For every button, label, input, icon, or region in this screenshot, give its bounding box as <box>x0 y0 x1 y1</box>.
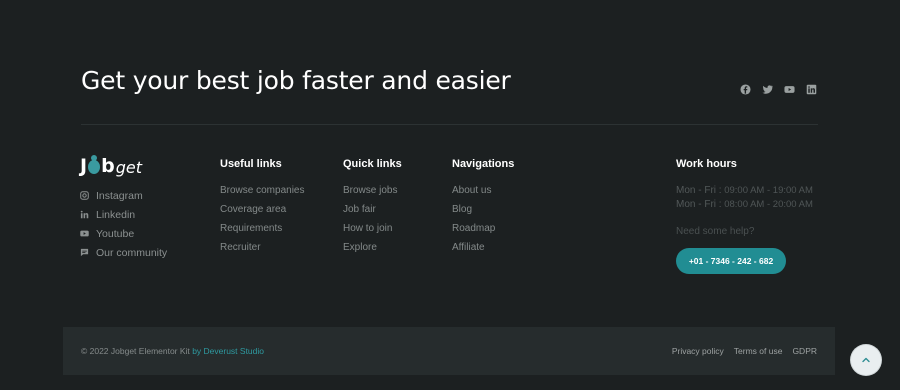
facebook-icon[interactable] <box>740 84 751 95</box>
footer-link[interactable]: Coverage area <box>220 203 304 222</box>
studio-link[interactable]: by Deverust Studio <box>192 346 264 356</box>
work-hours-heading: Work hours <box>676 158 737 170</box>
privacy-policy-link[interactable]: Privacy policy <box>672 346 724 356</box>
footer-link[interactable]: Blog <box>452 203 514 222</box>
social-links <box>740 84 817 95</box>
footer-link[interactable]: Browse jobs <box>343 184 402 203</box>
jobget-logo[interactable]: J b get <box>80 150 167 176</box>
hero-title: Get your best job faster and easier <box>81 66 511 95</box>
footer-link[interactable]: Job fair <box>343 203 402 222</box>
footer-link[interactable]: Roadmap <box>452 222 514 241</box>
work-time: 08:00 AM - 20:00 AM <box>724 199 813 210</box>
copyright-text: © 2022 Jobget Elementor Kit <box>81 346 190 356</box>
work-time: 09:00 AM - 19:00 AM <box>724 185 813 196</box>
column-heading: Quick links <box>343 158 402 170</box>
legal-links: Privacy policy Terms of use GDPR <box>672 346 817 356</box>
logo-o-mark <box>88 155 101 174</box>
footer-link[interactable]: About us <box>452 184 514 203</box>
work-days: Mon - Fri : <box>676 199 722 210</box>
linkedin-icon[interactable] <box>806 84 817 95</box>
brand-link-label: Instagram <box>96 189 143 202</box>
divider <box>81 124 818 125</box>
logo-letter: b <box>101 155 115 177</box>
work-hours-row: Mon - Fri : 09:00 AM - 19:00 AM <box>676 184 836 198</box>
copyright: © 2022 Jobget Elementor Kit by Deverust … <box>81 346 264 356</box>
footer-link[interactable]: Requirements <box>220 222 304 241</box>
footer-link[interactable]: How to join <box>343 222 402 241</box>
footer-link[interactable]: Affiliate <box>452 241 514 260</box>
column-quick-links: Quick links Browse jobs Job fair How to … <box>343 158 402 260</box>
column-navigations: Navigations About us Blog Roadmap Affili… <box>452 158 514 260</box>
chevron-up-icon <box>862 357 870 363</box>
terms-of-use-link[interactable]: Terms of use <box>734 346 783 356</box>
help-text: Need some help? <box>676 226 755 237</box>
chat-icon <box>80 248 89 257</box>
work-hours-row: Mon - Fri : 08:00 AM - 20:00 AM <box>676 198 836 212</box>
logo-letter: get <box>115 158 142 177</box>
column-heading: Useful links <box>220 158 282 170</box>
column-useful-links: Useful links Browse companies Coverage a… <box>220 158 304 260</box>
brand-social-list: Instagram Linkedin Youtube Our community <box>80 186 167 262</box>
youtube-icon <box>80 229 89 238</box>
brand-link-linkedin[interactable]: Linkedin <box>80 205 167 224</box>
brand-link-label: Our community <box>96 246 168 259</box>
brand-link-label: Linkedin <box>96 208 136 221</box>
brand-link-youtube[interactable]: Youtube <box>80 224 167 243</box>
footer-link[interactable]: Explore <box>343 241 402 260</box>
brand-link-community[interactable]: Our community <box>80 243 167 262</box>
phone-button[interactable]: +01 - 7346 - 242 - 682 <box>676 248 786 274</box>
footer-link[interactable]: Recruiter <box>220 241 304 260</box>
instagram-icon <box>80 191 89 200</box>
column-heading: Navigations <box>452 158 515 170</box>
brand-link-label: Youtube <box>96 227 135 240</box>
logo-letter: J <box>80 155 88 177</box>
linkedin-icon <box>80 210 89 219</box>
work-hours-block: Work hours Mon - Fri : 09:00 AM - 19:00 … <box>676 158 836 274</box>
work-days: Mon - Fri : <box>676 185 722 196</box>
bottom-bar: © 2022 Jobget Elementor Kit by Deverust … <box>63 327 835 375</box>
brand-link-instagram[interactable]: Instagram <box>80 186 167 205</box>
brand-block: J b get Instagram Linkedin Youtube Our c… <box>80 150 167 262</box>
scroll-to-top-button[interactable] <box>851 345 881 375</box>
youtube-icon[interactable] <box>784 84 795 95</box>
footer-link[interactable]: Browse companies <box>220 184 304 203</box>
gdpr-link[interactable]: GDPR <box>792 346 817 356</box>
twitter-icon[interactable] <box>762 84 773 95</box>
